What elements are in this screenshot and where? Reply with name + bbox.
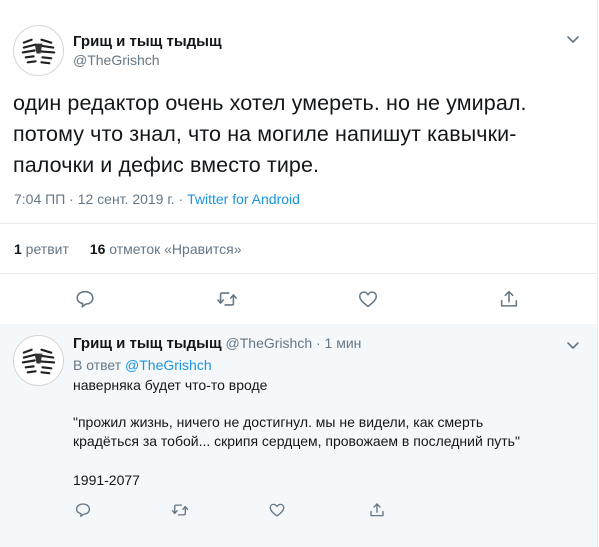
tweet-timestamp[interactable]: 7:04 ПП · 12 сент. 2019 г. ·: [14, 191, 187, 207]
tweet-stats: 1 ретвит 16 отметок «Нравится»: [14, 241, 242, 257]
retweet-label: ретвит: [21, 241, 69, 257]
in-reply-handle-link[interactable]: @TheGrishch: [125, 357, 212, 373]
tweet-text-line: потому что знал, что на могиле напишут к…: [13, 122, 517, 146]
heart-icon[interactable]: [268, 501, 286, 519]
reply-text-line: наверняка будет что-то вроде: [73, 377, 268, 393]
reply-icon[interactable]: [74, 501, 92, 519]
reply-header: Грищ и тыщ тыдыщ @TheGrishch · 1 мин: [73, 334, 361, 353]
like-stat[interactable]: 16 отметок «Нравится»: [90, 241, 242, 257]
main-tweet: Грищ и тыщ тыдыщ @TheGrishch один редакт…: [0, 0, 598, 323]
heart-icon[interactable]: [357, 288, 379, 310]
divider: [0, 223, 597, 224]
reply-text-line: "прожил жизнь, ничего не достигнул. мы н…: [73, 414, 484, 430]
reply-text-line: 1991-2077: [73, 472, 140, 488]
retweet-icon[interactable]: [171, 501, 189, 519]
tweet-metadata: 7:04 ПП · 12 сент. 2019 г. · Twitter for…: [14, 191, 300, 207]
avatar[interactable]: [13, 25, 64, 76]
tweet-source-link[interactable]: Twitter for Android: [187, 191, 300, 207]
chevron-down-icon[interactable]: [566, 32, 580, 46]
user-handle[interactable]: @TheGrishch: [73, 52, 160, 68]
tweet-text: один редактор очень хотел умереть. но не…: [13, 88, 583, 181]
divider: [0, 273, 597, 274]
reply-handle-time[interactable]: @TheGrishch · 1 мин: [222, 335, 362, 351]
chevron-down-icon[interactable]: [566, 338, 580, 352]
retweet-count: 1: [14, 241, 22, 257]
avatar[interactable]: [13, 335, 64, 386]
reply-text-line: крадёться за тобой... скрипя сердцем, пр…: [73, 433, 520, 449]
share-icon[interactable]: [368, 501, 386, 519]
tweet-text-line: один редактор очень хотел умереть. но не…: [13, 91, 527, 115]
retweet-icon[interactable]: [216, 288, 238, 310]
in-reply-to: В ответ @TheGrishch: [73, 356, 212, 375]
share-icon[interactable]: [498, 288, 520, 310]
tweet-text-line: палочки и дефис вместо тире.: [13, 153, 320, 177]
retweet-stat[interactable]: 1 ретвит: [14, 241, 69, 257]
display-name[interactable]: Грищ и тыщ тыдыщ: [73, 335, 222, 352]
like-label: отметок «Нравится»: [105, 241, 242, 257]
display-name[interactable]: Грищ и тыщ тыдыщ: [73, 33, 222, 50]
like-count: 16: [89, 241, 106, 257]
reply-icon[interactable]: [74, 288, 96, 310]
reply-tweet[interactable]: Грищ и тыщ тыдыщ @TheGrishch · 1 мин В о…: [0, 324, 598, 547]
in-reply-prefix: В ответ: [73, 357, 126, 373]
